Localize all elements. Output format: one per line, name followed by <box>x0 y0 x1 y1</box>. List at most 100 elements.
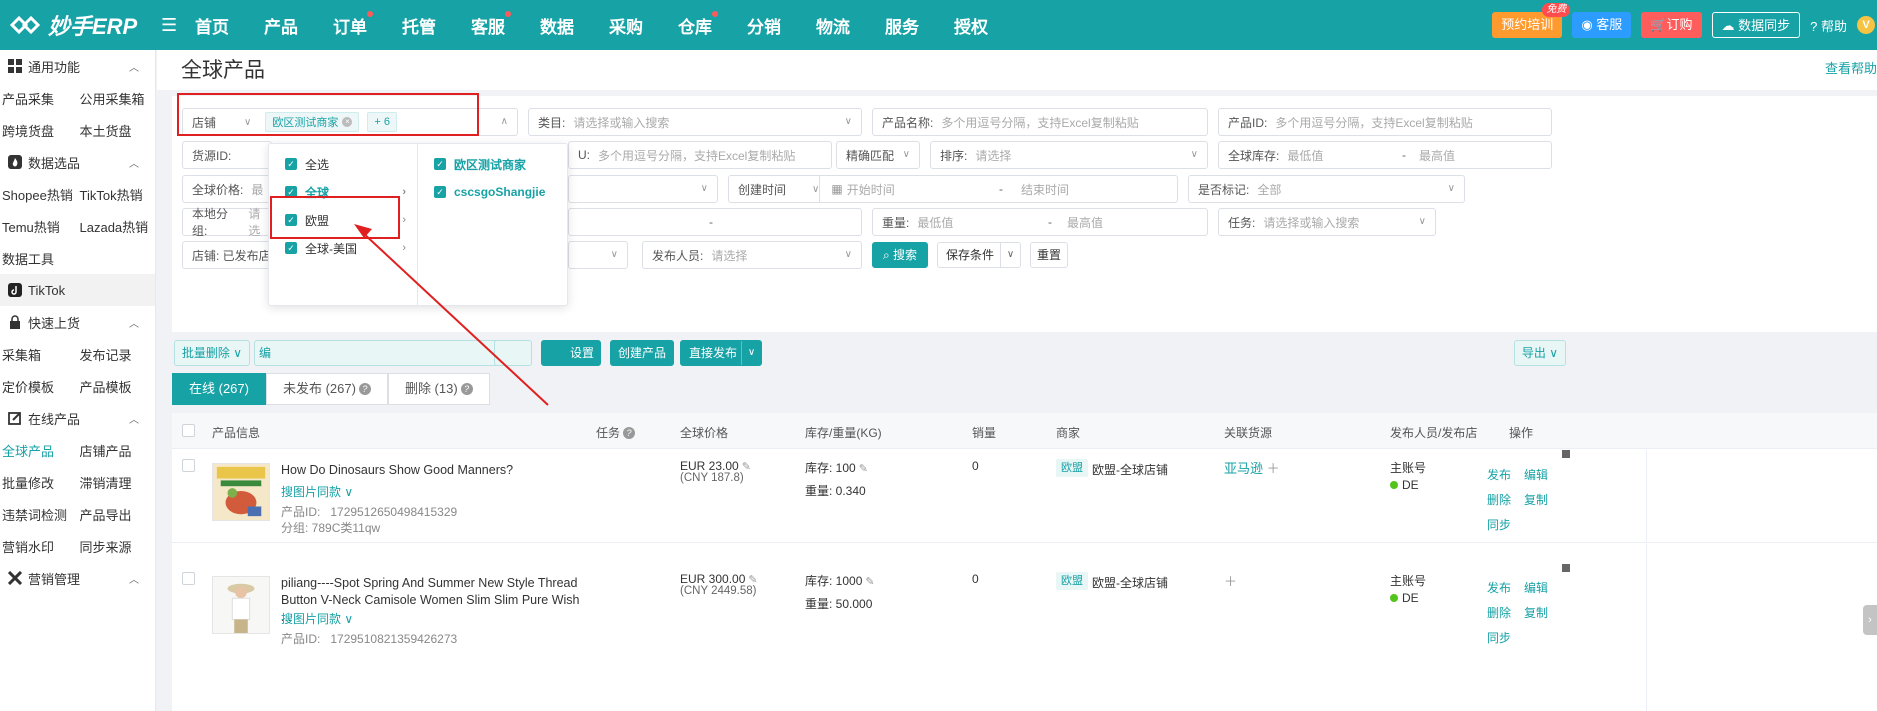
row-checkbox[interactable] <box>182 459 195 472</box>
sidebar-item[interactable]: 营销水印 <box>0 537 78 556</box>
sidebar-item[interactable]: 产品模板 <box>78 377 156 396</box>
option-select-all[interactable]: ✓ 全选 <box>269 150 418 178</box>
price-range[interactable]: 全球价格: 最 <box>182 175 272 203</box>
select-all-checkbox[interactable] <box>182 424 195 437</box>
delete-link[interactable]: 删除 <box>1487 491 1511 508</box>
more-button[interactable] <box>494 340 532 366</box>
nav-item-service[interactable]: 客服 <box>471 10 511 38</box>
row-checkbox[interactable] <box>182 572 195 585</box>
source-link[interactable]: ＋ <box>1224 571 1237 590</box>
chevron-down-icon[interactable]: ∨ <box>1000 243 1020 267</box>
sidebar-group-data[interactable]: 数据选品 ︿ <box>0 146 155 178</box>
help-link[interactable]: ? 帮助 <box>1810 16 1847 35</box>
plus-icon[interactable]: ＋ <box>1263 461 1280 476</box>
range-input[interactable]: - <box>568 208 862 236</box>
find-similar-link[interactable]: 搜图片同款 ∨ <box>281 610 353 627</box>
tab-deleted[interactable]: 删除 (13)? <box>387 373 490 405</box>
task-select[interactable]: 任务: 请选择或输入搜索 ∨ <box>1218 208 1436 236</box>
sidebar-item[interactable]: Shopee热销 <box>0 185 78 204</box>
sidebar-group-online[interactable]: 在线产品 ︿ <box>0 402 155 434</box>
sync-link[interactable]: 同步 <box>1487 629 1511 646</box>
sidebar-item[interactable]: 店铺产品 <box>78 441 156 460</box>
tab-online[interactable]: 在线 (267) <box>172 373 266 405</box>
nav-item-orders[interactable]: 订单 <box>333 10 373 38</box>
sidebar-item[interactable]: Temu热销 <box>0 217 78 236</box>
batch-delete-button[interactable]: 批量删除 ∨ <box>174 340 250 366</box>
sidebar-item[interactable]: 产品导出 <box>78 505 156 524</box>
sidebar-item[interactable]: Lazada热销 <box>78 217 156 236</box>
sidebar-item[interactable]: 发布记录 <box>78 345 156 364</box>
product-name[interactable]: How Do Dinosaurs Show Good Manners? <box>281 462 581 479</box>
vip-avatar[interactable]: V <box>1857 16 1875 34</box>
sidebar-item[interactable]: 批量修改 <box>0 473 78 492</box>
match-mode-select[interactable]: 精确匹配 ∨ <box>836 141 920 169</box>
local-group-select[interactable]: 本地分组: 请选 <box>182 207 272 238</box>
sidebar-group-quick[interactable]: 快速上货 ︿ <box>0 306 155 338</box>
save-conditions-button[interactable]: 保存条件 ∨ <box>937 242 1021 268</box>
sku-input[interactable]: U: 多个用逗号分隔，支持Excel复制粘贴 <box>568 141 832 169</box>
training-button[interactable]: 预约培训 免费 <box>1492 3 1571 38</box>
publish-link[interactable]: 发布 <box>1487 466 1511 483</box>
delete-link[interactable]: 删除 <box>1487 604 1511 621</box>
stock-range[interactable]: 全球库存: 最低值 - 最高值 <box>1218 141 1552 169</box>
direct-publish-button[interactable]: 直接发布 ∨ <box>680 340 762 366</box>
option-merchant[interactable]: ✓ cscsgoShangjie <box>418 178 568 206</box>
publisher-select[interactable]: 发布人员: 请选择 ∨ <box>642 241 862 269</box>
sidebar-item[interactable]: 公用采集箱 <box>78 89 156 108</box>
sidebar-item[interactable]: 违禁词检测 <box>0 505 78 524</box>
sidebar-item[interactable]: 滞销清理 <box>78 473 156 492</box>
export-button[interactable]: 导出 ∨ <box>1514 340 1566 366</box>
nav-item-home[interactable]: 首页 <box>195 13 229 38</box>
reset-button[interactable]: 重置 <box>1030 242 1068 268</box>
scroll-handle[interactable]: › <box>1863 605 1877 635</box>
weight-range[interactable]: 重量: 最低值 - 最高值 <box>872 208 1208 236</box>
nav-item-hosting[interactable]: 托管 <box>402 13 436 38</box>
sidebar-item[interactable]: 采集箱 <box>0 345 78 364</box>
nav-item-purchase[interactable]: 采购 <box>609 13 643 38</box>
batch-edit-button[interactable]: 编 <box>254 340 514 366</box>
marked-select[interactable]: 是否标记: 全部 ∨ <box>1188 175 1465 203</box>
dropdown-select[interactable]: ∨ <box>568 175 718 203</box>
option-merchant[interactable]: ✓ 欧区测试商家 <box>418 150 568 178</box>
sidebar-item[interactable]: 定价模板 <box>0 377 78 396</box>
settings-button[interactable]: 设置 <box>541 340 601 366</box>
view-help-link[interactable]: 查看帮助 <box>1825 58 1877 77</box>
sidebar-item[interactable]: 本土货盘 <box>78 121 156 140</box>
sidebar-group-common[interactable]: 通用功能 ︿ <box>0 50 155 82</box>
nav-item-authorize[interactable]: 授权 <box>954 13 988 38</box>
copy-link[interactable]: 复制 <box>1524 491 1548 508</box>
support-button[interactable]: ◉ 客服 <box>1572 12 1632 38</box>
create-product-button[interactable]: 创建产品 <box>610 340 674 366</box>
sort-select[interactable]: 排序: 请选择 ∨ <box>930 141 1208 169</box>
product-thumbnail[interactable] <box>212 576 270 634</box>
sidebar-item[interactable]: 同步来源 <box>78 537 156 556</box>
sidebar-item[interactable]: TikTok热销 <box>78 185 156 204</box>
edit-icon[interactable]: ✎ <box>859 463 868 475</box>
publish-link[interactable]: 发布 <box>1487 579 1511 596</box>
sidebar-item-global-products[interactable]: 全球产品 <box>0 441 78 460</box>
nav-item-products[interactable]: 产品 <box>264 13 298 38</box>
product-name-input[interactable]: 产品名称: 多个用逗号分隔，支持Excel复制粘贴 <box>872 108 1208 136</box>
dropdown-select[interactable]: ∨ <box>568 241 628 269</box>
copy-link[interactable]: 复制 <box>1524 604 1548 621</box>
sync-button[interactable]: ☁ 数据同步 <box>1711 12 1801 38</box>
nav-item-warehouse[interactable]: 仓库 <box>678 10 718 38</box>
flag-icon[interactable] <box>1562 564 1570 572</box>
nav-item-logistics[interactable]: 物流 <box>816 13 850 38</box>
edit-link[interactable]: 编辑 <box>1524 579 1548 596</box>
logo[interactable]: 妙手ERP <box>0 9 155 41</box>
published-store-select[interactable]: 店铺: 已发布店 <box>182 241 272 269</box>
source-link[interactable]: 亚马逊 ＋ <box>1224 458 1280 477</box>
search-button[interactable]: ⌕ 搜索 <box>872 242 928 268</box>
category-select[interactable]: 类目: 请选择或输入搜索 ∨ <box>528 108 862 136</box>
sidebar-item[interactable]: 跨境货盘 <box>0 121 78 140</box>
chevron-down-icon[interactable]: ∨ <box>741 341 761 365</box>
product-id-input[interactable]: 产品ID: 多个用逗号分隔，支持Excel复制粘贴 <box>1218 108 1552 136</box>
sidebar-item[interactable]: 数据工具 <box>0 249 78 268</box>
tab-unpublished[interactable]: 未发布 (267)? <box>265 373 388 405</box>
find-similar-link[interactable]: 搜图片同款 ∨ <box>281 483 353 500</box>
sidebar-group-tiktok[interactable]: TikTok <box>0 274 155 306</box>
nav-item-distribution[interactable]: 分销 <box>747 13 781 38</box>
edit-link[interactable]: 编辑 <box>1524 466 1548 483</box>
nav-item-data[interactable]: 数据 <box>540 13 574 38</box>
